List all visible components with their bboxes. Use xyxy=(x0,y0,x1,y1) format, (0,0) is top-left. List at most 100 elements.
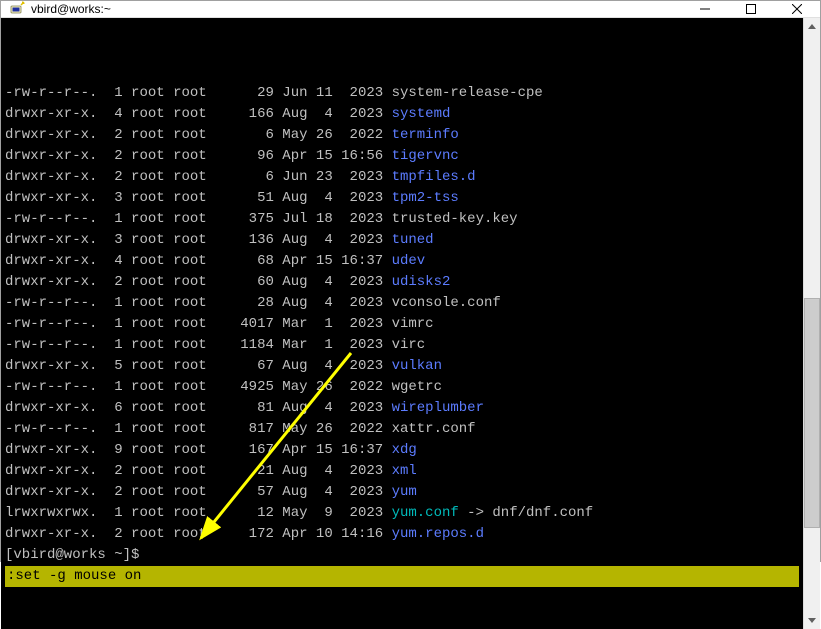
listing-row: drwxr-xr-x. 2 root root 96 Apr 15 16:56 … xyxy=(5,146,799,167)
scroll-down-button[interactable] xyxy=(804,612,820,629)
col-month: Jul xyxy=(282,211,307,227)
col-permissions: -rw-r--r--. xyxy=(5,379,97,395)
col-owner: root xyxy=(131,295,165,311)
col-filename: systemd xyxy=(392,106,451,122)
col-links: 9 xyxy=(97,442,122,458)
listing-row: drwxr-xr-x. 2 root root 21 Aug 4 2023 xm… xyxy=(5,461,799,482)
col-time: 16:56 xyxy=(333,148,383,164)
listing-row: drwxr-xr-x. 2 root root 60 Aug 4 2023 ud… xyxy=(5,272,799,293)
listing-row: drwxr-xr-x. 9 root root 167 Apr 15 16:37… xyxy=(5,440,799,461)
listing-row: drwxr-xr-x. 5 root root 67 Aug 4 2023 vu… xyxy=(5,356,799,377)
maximize-button[interactable] xyxy=(728,1,774,17)
col-day: 4 xyxy=(308,484,333,500)
vertical-scrollbar[interactable] xyxy=(803,18,820,629)
col-permissions: drwxr-xr-x. xyxy=(5,148,97,164)
col-month: Aug xyxy=(282,274,307,290)
tmux-status-bar[interactable]: :set -g mouse on xyxy=(5,566,799,587)
col-time: 2022 xyxy=(333,379,383,395)
col-links: 1 xyxy=(97,337,122,353)
titlebar[interactable]: vbird@works:~ xyxy=(1,1,820,18)
col-time: 2023 xyxy=(333,106,383,122)
col-owner: root xyxy=(131,442,165,458)
col-owner: root xyxy=(131,253,165,269)
col-day: 4 xyxy=(308,295,333,311)
col-month: May xyxy=(282,505,307,521)
listing-row: lrwxrwxrwx. 1 root root 12 May 9 2023 yu… xyxy=(5,503,799,524)
col-day: 15 xyxy=(308,442,333,458)
col-group: root xyxy=(173,148,207,164)
scroll-thumb[interactable] xyxy=(804,298,820,528)
app-window: vbird@works:~ -rw-r--r--. 1 root root 2 9… xyxy=(0,0,821,562)
col-month: Aug xyxy=(282,232,307,248)
col-filename: yum xyxy=(392,484,417,500)
col-links: 2 xyxy=(97,274,122,290)
col-size: 21 xyxy=(207,463,274,479)
col-filename: trusted-key.key xyxy=(392,211,518,227)
minimize-button[interactable] xyxy=(682,1,728,17)
listing-row: drwxr-xr-x. 2 root root 172 Apr 10 14:16… xyxy=(5,524,799,545)
col-month: Aug xyxy=(282,400,307,416)
col-group: root xyxy=(173,211,207,227)
col-day: 4 xyxy=(308,463,333,479)
col-time: 2023 xyxy=(333,295,383,311)
col-size: 60 xyxy=(207,274,274,290)
col-time: 16:37 xyxy=(333,442,383,458)
col-size: 67 xyxy=(207,358,274,374)
shell-prompt[interactable]: [vbird@works ~]$ xyxy=(5,545,799,566)
col-time: 2023 xyxy=(333,400,383,416)
col-links: 1 xyxy=(97,211,122,227)
col-time: 2022 xyxy=(333,421,383,437)
col-permissions: -rw-r--r--. xyxy=(5,337,97,353)
col-permissions: drwxr-xr-x. xyxy=(5,400,97,416)
col-filename: system-release-cpe xyxy=(392,85,543,101)
col-links: 1 xyxy=(97,505,122,521)
col-permissions: -rw-r--r--. xyxy=(5,85,97,101)
col-month: Aug xyxy=(282,484,307,500)
col-day: 15 xyxy=(308,253,333,269)
col-day: 4 xyxy=(308,358,333,374)
col-filename: vimrc xyxy=(392,316,434,332)
col-month: Aug xyxy=(282,358,307,374)
terminal-area: -rw-r--r--. 1 root root 29 Jun 11 2023 s… xyxy=(1,18,820,629)
col-permissions: -rw-r--r--. xyxy=(5,211,97,227)
col-month: Mar xyxy=(282,316,307,332)
col-size: 375 xyxy=(207,211,274,227)
col-day: 11 xyxy=(308,85,333,101)
listing-row: drwxr-xr-x. 2 root root 57 Aug 4 2023 yu… xyxy=(5,482,799,503)
col-links: 1 xyxy=(97,316,122,332)
col-day: 9 xyxy=(308,505,333,521)
col-group: root xyxy=(173,190,207,206)
col-links: 2 xyxy=(97,526,122,542)
terminal-content[interactable]: -rw-r--r--. 1 root root 29 Jun 11 2023 s… xyxy=(1,18,803,629)
col-time: 16:37 xyxy=(333,253,383,269)
col-group: root xyxy=(173,463,207,479)
col-day: 4 xyxy=(308,106,333,122)
link-target: dnf/dnf.conf xyxy=(492,505,593,521)
col-time: 2023 xyxy=(333,316,383,332)
col-time: 2023 xyxy=(333,190,383,206)
listing-row: drwxr-xr-x. 6 root root 81 Aug 4 2023 wi… xyxy=(5,398,799,419)
col-permissions: -rw-r--r--. xyxy=(5,421,97,437)
col-filename: xml xyxy=(392,463,417,479)
col-size: 167 xyxy=(207,442,274,458)
col-time: 2023 xyxy=(333,274,383,290)
col-day: 1 xyxy=(308,337,333,353)
col-day: 15 xyxy=(308,148,333,164)
col-month: Apr xyxy=(282,442,307,458)
col-filename: udev xyxy=(392,253,426,269)
col-time: 2023 xyxy=(333,211,383,227)
col-month: May xyxy=(282,421,307,437)
col-filename: yum.repos.d xyxy=(392,526,484,542)
col-time: 14:16 xyxy=(333,526,383,542)
col-size: 136 xyxy=(207,232,274,248)
col-owner: root xyxy=(131,106,165,122)
col-filename: yum.conf xyxy=(392,505,459,521)
listing-row: drwxr-xr-x. 2 root root 6 May 26 2022 te… xyxy=(5,125,799,146)
col-filename: wireplumber xyxy=(392,400,484,416)
close-button[interactable] xyxy=(774,1,820,17)
listing-row: drwxr-xr-x. 3 root root 136 Aug 4 2023 t… xyxy=(5,230,799,251)
col-links: 3 xyxy=(97,232,122,248)
col-owner: root xyxy=(131,148,165,164)
scroll-up-button[interactable] xyxy=(804,18,820,35)
window-controls xyxy=(682,1,820,17)
